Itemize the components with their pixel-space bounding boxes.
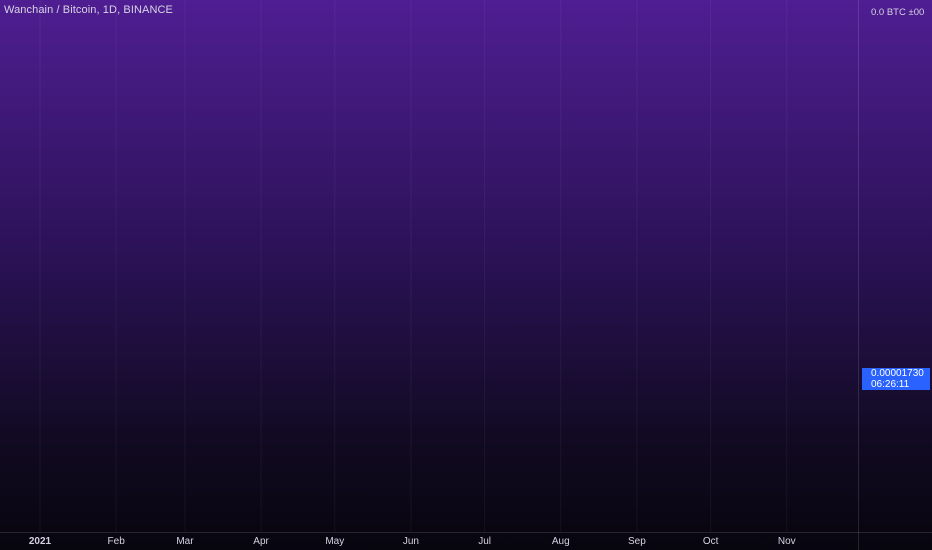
x-tick-label: Sep [628, 536, 646, 547]
x-tick-label: Jul [478, 536, 491, 547]
x-tick-label: Jun [403, 536, 419, 547]
chart-background [0, 0, 932, 550]
x-tick-label: Mar [176, 536, 194, 547]
x-tick-label: Nov [778, 536, 796, 547]
x-tick-label: Apr [253, 536, 269, 547]
price-chart[interactable]: 0.000008000.000010000.000012000.00001400… [0, 0, 932, 550]
x-tick-label: Aug [552, 536, 570, 547]
last-price-value: 0.00001730 [871, 368, 924, 379]
last-price-tag: 0.00001730 06:26:11 [862, 368, 930, 390]
x-tick-label: Oct [703, 536, 719, 547]
bar-countdown: 06:26:11 [871, 379, 910, 390]
x-tick-label: 2021 [29, 536, 52, 547]
symbol-title[interactable]: Wanchain / Bitcoin, 1D, BINANCE [4, 4, 173, 16]
y-axis-unit-label: 0.0 BTC ±00 [871, 7, 924, 18]
chart-area[interactable]: 0.000008000.000010000.000012000.00001400… [0, 0, 932, 550]
x-tick-label: Feb [108, 536, 126, 547]
x-tick-label: May [325, 536, 344, 547]
